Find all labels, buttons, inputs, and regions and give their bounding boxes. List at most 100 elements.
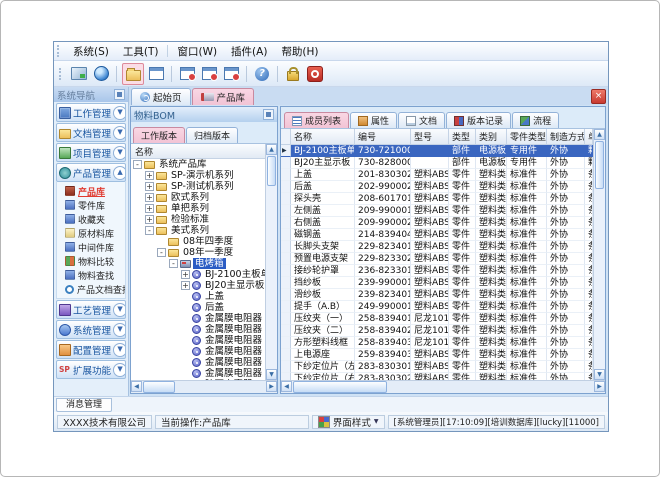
- sidebar-item-raw-material-lib[interactable]: 原材料库: [57, 226, 125, 240]
- column-header[interactable]: 零件类型: [507, 129, 547, 144]
- tree-node[interactable]: +BJ20主显示板: [131, 280, 265, 291]
- table-row[interactable]: 下纱定位片（右）283-830302-00I塑料ABS零件塑料类标准件外协条: [281, 373, 593, 380]
- tree-name-column-header[interactable]: 名称: [131, 144, 265, 159]
- sidebar-section-process[interactable]: 工艺管理▼: [56, 300, 126, 319]
- row-selector[interactable]: [281, 289, 291, 301]
- row-selector[interactable]: [281, 205, 291, 217]
- window-new-button[interactable]: [177, 64, 197, 84]
- tab-version[interactable]: 工作版本: [133, 127, 185, 143]
- table-row[interactable]: 方形塑料线框258-839403-00I尼龙1010零件塑料类标准件外协条: [281, 337, 593, 349]
- chevron-down-icon[interactable]: ▼: [113, 146, 126, 160]
- tree-node[interactable]: +检验标准: [131, 214, 265, 225]
- tree-node[interactable]: -08年一季度: [131, 247, 265, 258]
- tab-document[interactable]: 文档: [398, 112, 445, 128]
- table-row[interactable]: BJ20主显示板730-828000-04I部件电源板专用件外协颗: [281, 157, 593, 169]
- row-selector[interactable]: [281, 265, 291, 277]
- tree-node[interactable]: +BJ-2100主板单点: [131, 269, 265, 280]
- table-row[interactable]: 预置电源支架229-823302-00I塑料ABS零件塑料类标准件外协条: [281, 253, 593, 265]
- chevron-down-icon[interactable]: ▼: [113, 303, 126, 317]
- collapse-minus-icon[interactable]: -: [133, 160, 142, 169]
- sidebar-item-intermediate-lib[interactable]: 中间件库: [57, 240, 125, 254]
- tree-node[interactable]: +SP-演示机系列: [131, 170, 265, 181]
- expand-plus-icon[interactable]: +: [145, 193, 154, 202]
- pin-icon[interactable]: [114, 89, 125, 100]
- sidebar-item-favorites[interactable]: 收藏夹: [57, 212, 125, 226]
- tree-node[interactable]: 金属膜电阻器: [131, 313, 265, 324]
- chevron-up-icon[interactable]: ▲: [113, 166, 126, 180]
- sidebar-item-material-compare[interactable]: 物料比较: [57, 254, 125, 268]
- table-row[interactable]: 上电源座259-839403-00I塑料ABS零件塑料类标准件外协条: [281, 349, 593, 361]
- table-row[interactable]: 长脚头支架229-823401-00I塑料ABS零件塑料类标准件外协条: [281, 241, 593, 253]
- scrollbar-thumb[interactable]: [267, 156, 276, 186]
- tree-node[interactable]: 金属膜电阻器: [131, 357, 265, 368]
- row-selector[interactable]: ▶: [281, 145, 291, 157]
- scrollbar-track[interactable]: [388, 381, 594, 393]
- close-tab-icon[interactable]: ×: [591, 89, 606, 104]
- tree-node[interactable]: 金属膜电阻器: [131, 324, 265, 335]
- collapse-minus-icon[interactable]: -: [169, 259, 178, 268]
- expand-plus-icon[interactable]: +: [145, 204, 154, 213]
- tree-node[interactable]: 金属膜电阻器: [131, 346, 265, 357]
- chevron-down-icon[interactable]: ▼: [113, 106, 126, 120]
- sidebar-item-material-search[interactable]: 物料查找: [57, 268, 125, 282]
- table-row[interactable]: 下纱定位片（左）283-830301-00I塑料ABS零件塑料类标准件外协条: [281, 361, 593, 373]
- sidebar-item-product-lib[interactable]: 产品库: [57, 184, 125, 198]
- row-selector[interactable]: [281, 241, 291, 253]
- tab-property[interactable]: 属性: [350, 112, 397, 128]
- table-row[interactable]: 探头壳208-601701-01I塑料ABS零件塑料类标准件外协条: [281, 193, 593, 205]
- sidebar-item-product-doc-search[interactable]: 产品文档查找: [57, 282, 125, 296]
- menu-item[interactable]: 帮助(H): [274, 44, 325, 59]
- expand-plus-icon[interactable]: +: [181, 270, 190, 279]
- row-selector[interactable]: [281, 169, 291, 181]
- table-row[interactable]: 挡纱板239-990001-01I塑料ABS零件塑料类标准件外协条: [281, 277, 593, 289]
- scroll-down-icon[interactable]: ▼: [266, 369, 277, 380]
- lock-button[interactable]: [283, 64, 303, 84]
- column-header[interactable]: 制造方式: [547, 129, 585, 144]
- tab-member-list[interactable]: 成员列表: [284, 112, 349, 128]
- sidebar-section-config[interactable]: 配置管理▼: [56, 340, 126, 359]
- row-selector[interactable]: [281, 373, 291, 380]
- scroll-left-icon[interactable]: ◀: [131, 381, 142, 392]
- scroll-up-icon[interactable]: ▲: [266, 144, 277, 155]
- column-header[interactable]: 单位: [585, 129, 593, 144]
- message-tab[interactable]: 消息管理: [56, 398, 112, 412]
- window-close-button[interactable]: [221, 64, 241, 84]
- window-manage-button[interactable]: [199, 64, 219, 84]
- system-monitor-button[interactable]: [69, 64, 89, 84]
- table-row[interactable]: 提手（A.B）249-990001-01I塑料ABS零件塑料类标准件外协条: [281, 301, 593, 313]
- scroll-up-icon[interactable]: ▲: [594, 129, 605, 140]
- scroll-down-icon[interactable]: ▼: [594, 369, 605, 380]
- menu-item[interactable]: 工具(T): [116, 44, 166, 59]
- chevron-down-icon[interactable]: ▼: [113, 323, 126, 337]
- row-selector[interactable]: [281, 253, 291, 265]
- tree-node[interactable]: -电烤箱: [131, 258, 265, 269]
- chevron-down-icon[interactable]: ▼: [113, 126, 126, 140]
- tab-version-record[interactable]: 版本记录: [446, 112, 511, 128]
- expand-plus-icon[interactable]: +: [145, 171, 154, 180]
- table-row[interactable]: 滑纱板239-823401-00I塑料ABS零件塑料类标准件外协条: [281, 289, 593, 301]
- row-selector[interactable]: [281, 277, 291, 289]
- scrollbar-track[interactable]: [176, 381, 266, 393]
- expand-plus-icon[interactable]: +: [145, 215, 154, 224]
- tab-start-page[interactable]: 起始页: [131, 88, 191, 105]
- tree-node[interactable]: -系统产品库: [131, 159, 265, 170]
- collapse-minus-icon[interactable]: -: [157, 248, 166, 257]
- sidebar-section-work[interactable]: 工作管理▼: [56, 103, 126, 122]
- tree-node[interactable]: +单把系列: [131, 203, 265, 214]
- folder-button[interactable]: [122, 63, 144, 85]
- scrollbar-track[interactable]: [594, 190, 605, 369]
- table-row[interactable]: 右侧盖209-990002-01I塑料ABS零件塑料类标准件外协条: [281, 217, 593, 229]
- row-selector[interactable]: [281, 157, 291, 169]
- column-header[interactable]: 名称: [291, 129, 355, 144]
- table-row[interactable]: 压纹夹（二）258-839402-00I尼龙1010零件塑料类标准件外协条: [281, 325, 593, 337]
- menu-item[interactable]: 系统(S): [66, 44, 116, 59]
- row-selector[interactable]: [281, 313, 291, 325]
- table-row[interactable]: 压纹夹（一）258-839401-00I尼龙1010零件塑料类标准件外协条: [281, 313, 593, 325]
- tree-node[interactable]: 金属膜电阻器: [131, 368, 265, 379]
- tree-node[interactable]: 后盖: [131, 302, 265, 313]
- sidebar-section-document[interactable]: 文档管理▼: [56, 123, 126, 142]
- help-button[interactable]: ?: [252, 64, 272, 84]
- tab-flow[interactable]: 流程: [512, 112, 559, 128]
- chevron-down-icon[interactable]: ▼: [113, 363, 126, 377]
- scroll-right-icon[interactable]: ▶: [266, 381, 277, 392]
